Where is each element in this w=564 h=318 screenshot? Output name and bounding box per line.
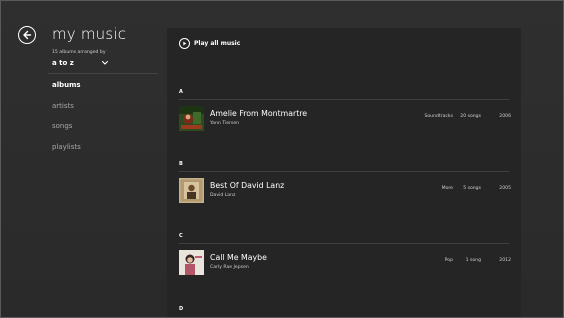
chevron-down-icon <box>102 61 108 65</box>
view-nav: albums artists songs playlists <box>52 80 81 162</box>
nav-item-playlists[interactable]: playlists <box>52 142 81 163</box>
album-row[interactable]: Amelie From Montmartre Yann Tiersen Soun… <box>179 106 511 132</box>
album-song-count: 20 songs <box>460 114 481 119</box>
sort-dropdown[interactable]: a to z <box>52 58 108 68</box>
play-all-label: Play all music <box>194 40 241 47</box>
sort-caption: 15 albums arranged by <box>52 50 106 55</box>
page-title: my music <box>52 25 127 43</box>
nav-item-artists[interactable]: artists <box>52 101 81 122</box>
album-song-count: 5 songs <box>463 186 481 191</box>
sort-value: a to z <box>52 59 74 67</box>
group-header-c[interactable]: C <box>179 233 183 239</box>
album-genre: Pop <box>444 258 453 263</box>
play-all-button[interactable]: Play all music <box>179 38 240 49</box>
album-year: 2006 <box>499 114 511 119</box>
nav-item-albums[interactable]: albums <box>52 80 81 101</box>
app-window: my music 15 albums arranged by a to z al… <box>0 0 564 318</box>
album-title: Call Me Maybe <box>210 253 267 262</box>
album-row[interactable]: Call Me Maybe Carly Rae Jepsen Pop 1 son… <box>179 250 511 276</box>
album-artist: Carly Rae Jepsen <box>210 265 249 270</box>
album-row[interactable]: Best Of David Lanz David Lanz More 5 son… <box>179 178 511 204</box>
group-header-b[interactable]: B <box>179 161 183 167</box>
play-icon <box>179 38 190 49</box>
album-genre: Soundtracks <box>424 114 453 119</box>
album-title: Amelie From Montmartre <box>210 109 308 118</box>
album-song-count: 1 song <box>465 258 481 263</box>
group-divider <box>179 243 509 244</box>
album-title: Best Of David Lanz <box>210 181 285 190</box>
group-header-a[interactable]: A <box>179 89 183 95</box>
group-divider <box>179 99 509 100</box>
album-year: 2005 <box>499 186 511 191</box>
album-list-panel: Play all music A Amelie From Montmartre … <box>167 28 521 317</box>
album-art-david-lanz <box>179 178 204 203</box>
group-divider <box>179 171 509 172</box>
album-artist: Yann Tiersen <box>210 121 240 126</box>
group-header-d[interactable]: D <box>179 306 183 312</box>
album-artist: David Lanz <box>210 193 236 198</box>
album-year: 2012 <box>499 258 511 263</box>
album-art-call-me-maybe <box>179 250 204 275</box>
back-button[interactable] <box>18 26 36 44</box>
nav-item-songs[interactable]: songs <box>52 121 81 142</box>
sort-divider <box>48 73 158 74</box>
back-arrow-icon <box>23 30 32 40</box>
album-art-amelie <box>179 106 204 131</box>
album-genre: More <box>441 186 453 191</box>
